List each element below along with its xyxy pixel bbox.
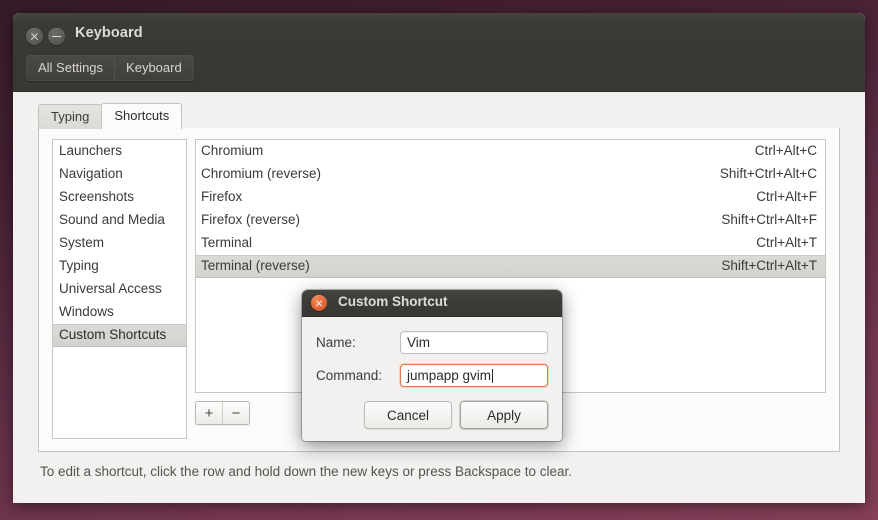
table-row[interactable]: Firefox (reverse) Shift+Ctrl+Alt+F	[196, 209, 825, 232]
tab-typing[interactable]: Typing	[38, 104, 103, 129]
shortcut-name: Firefox (reverse)	[201, 212, 301, 227]
category-universal-access[interactable]: Universal Access	[53, 278, 186, 301]
all-settings-button[interactable]: All Settings	[27, 56, 115, 80]
shortcut-name: Chromium	[201, 143, 264, 158]
category-sound-and-media[interactable]: Sound and Media	[53, 209, 186, 232]
close-icon[interactable]	[26, 28, 43, 45]
category-windows[interactable]: Windows	[53, 301, 186, 324]
minimize-icon[interactable]	[48, 28, 65, 45]
dialog-button-row: Cancel Apply	[316, 401, 548, 429]
category-custom-shortcuts[interactable]: Custom Shortcuts	[53, 324, 186, 347]
shortcut-accelerator: Shift+Ctrl+Alt+F	[721, 212, 817, 227]
table-row-selected[interactable]: Terminal (reverse) Shift+Ctrl+Alt+T	[196, 255, 825, 278]
table-row[interactable]: Chromium (reverse) Shift+Ctrl+Alt+C	[196, 163, 825, 186]
dialog-body: Name: Vim Command: jumpapp gvim Cancel A…	[302, 317, 562, 441]
shortcut-name: Terminal (reverse)	[201, 258, 310, 273]
name-label: Name:	[316, 335, 356, 350]
category-list[interactable]: Launchers Navigation Screenshots Sound a…	[52, 139, 187, 439]
shortcut-accelerator: Ctrl+Alt+C	[754, 143, 817, 158]
shortcut-accelerator: Ctrl+Alt+T	[756, 235, 817, 250]
command-field-row: Command: jumpapp gvim	[316, 364, 548, 387]
tab-shortcuts[interactable]: Shortcuts	[101, 103, 183, 129]
apply-button[interactable]: Apply	[460, 401, 548, 429]
cancel-button[interactable]: Cancel	[364, 401, 452, 429]
custom-shortcut-dialog: Custom Shortcut Name: Vim Command: jumpa…	[302, 290, 562, 441]
table-row[interactable]: Terminal Ctrl+Alt+T	[196, 232, 825, 255]
notebook-tabs: Typing Shortcuts	[38, 103, 183, 129]
settings-toolbar: All Settings Keyboard	[26, 55, 194, 81]
shortcut-name: Firefox	[201, 189, 243, 204]
command-input[interactable]: jumpapp gvim	[400, 364, 548, 387]
name-input[interactable]: Vim	[400, 331, 548, 354]
desktop-background: Keyboard All Settings Keyboard Typing Sh…	[0, 0, 878, 520]
dialog-title: Custom Shortcut	[338, 294, 448, 309]
category-system[interactable]: System	[53, 232, 186, 255]
name-field-row: Name: Vim	[316, 331, 548, 354]
shortcut-accelerator: Shift+Ctrl+Alt+C	[719, 166, 817, 181]
shortcut-accelerator: Ctrl+Alt+F	[756, 189, 817, 204]
shortcut-name: Chromium (reverse)	[201, 166, 322, 181]
command-input-value: jumpapp gvim	[407, 368, 492, 383]
name-input-value: Vim	[407, 335, 431, 350]
table-row[interactable]: Chromium Ctrl+Alt+C	[196, 140, 825, 163]
window-title: Keyboard	[75, 25, 143, 41]
dialog-titlebar: Custom Shortcut	[302, 290, 562, 317]
category-screenshots[interactable]: Screenshots	[53, 186, 186, 209]
command-label: Command:	[316, 368, 383, 383]
window-titlebar: Keyboard All Settings Keyboard	[13, 13, 865, 92]
category-launchers[interactable]: Launchers	[53, 140, 186, 163]
text-cursor	[492, 368, 494, 383]
table-row[interactable]: Firefox Ctrl+Alt+F	[196, 186, 825, 209]
add-shortcut-button[interactable]: +	[196, 402, 222, 424]
keyboard-button[interactable]: Keyboard	[114, 56, 193, 80]
hint-text: To edit a shortcut, click the row and ho…	[40, 464, 573, 479]
close-icon[interactable]	[311, 295, 327, 311]
add-remove-group: + −	[195, 401, 250, 425]
shortcut-accelerator: Shift+Ctrl+Alt+T	[721, 258, 817, 273]
category-typing[interactable]: Typing	[53, 255, 186, 278]
shortcut-name: Terminal	[201, 235, 253, 250]
category-navigation[interactable]: Navigation	[53, 163, 186, 186]
remove-shortcut-button[interactable]: −	[222, 402, 249, 424]
